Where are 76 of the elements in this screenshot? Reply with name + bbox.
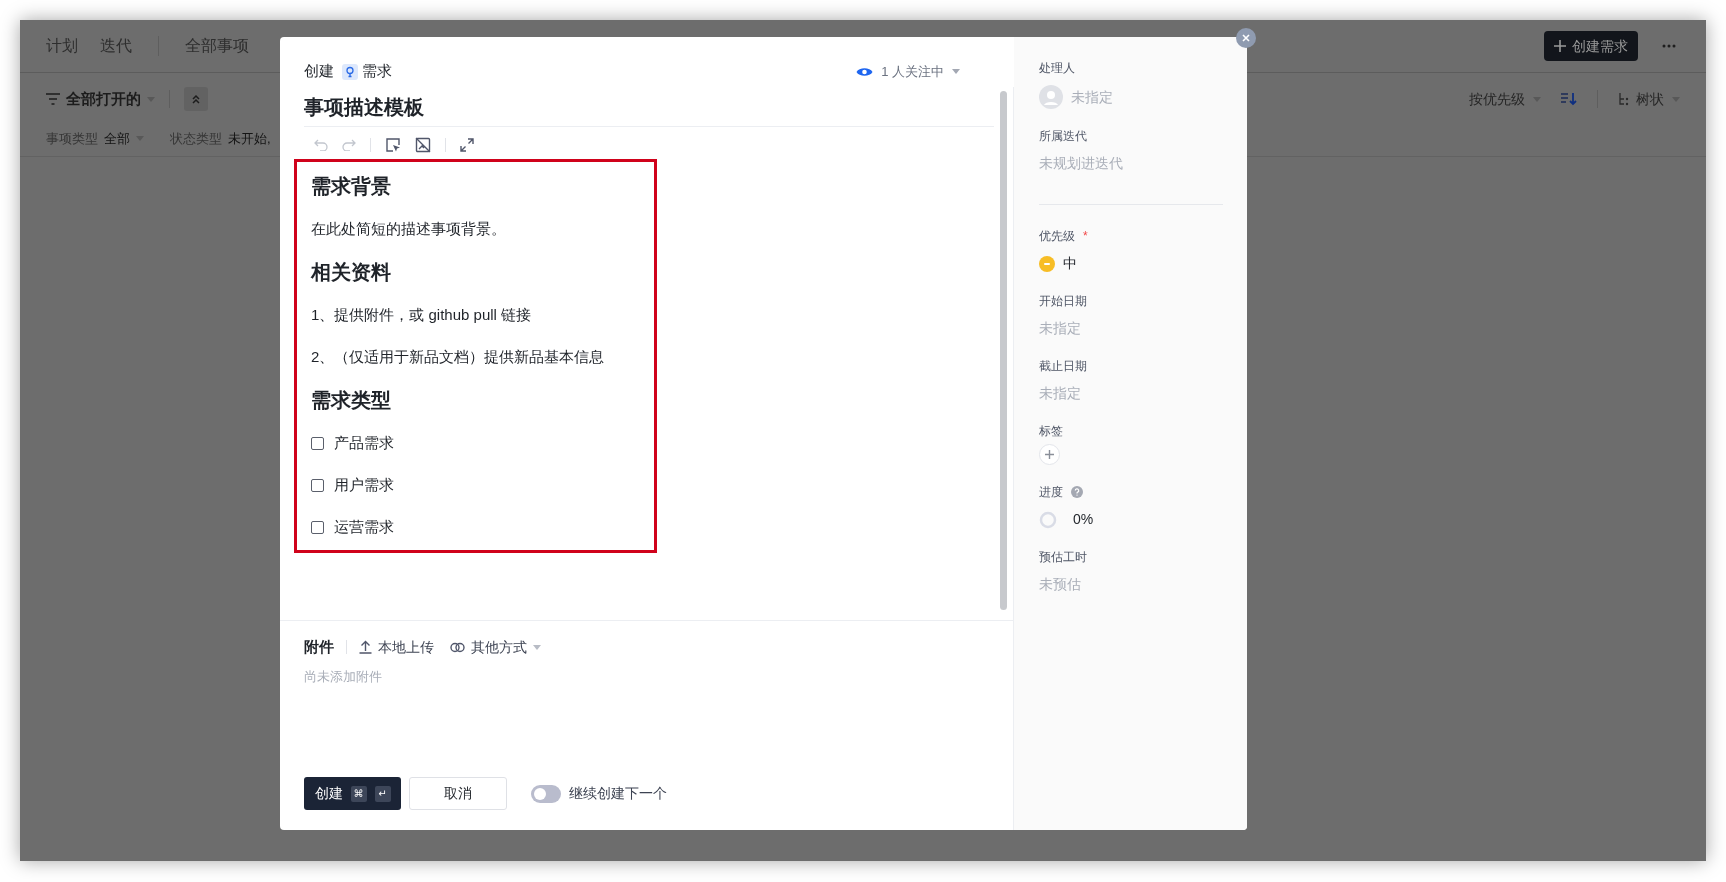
checkbox-label: 运营需求 [334, 516, 394, 537]
field-label: 进度 [1039, 484, 1063, 501]
create-button[interactable]: 创建 ⌘ ↵ [304, 777, 401, 810]
collapse-button[interactable] [184, 87, 208, 111]
shortcut-key: ↵ [374, 785, 391, 802]
nav-tab[interactable]: 全部事项 [185, 34, 249, 58]
priority-icon [1039, 255, 1055, 272]
field-label: 预估工时 [1039, 549, 1087, 566]
field-label: 优先级 [1039, 228, 1075, 245]
filter-value[interactable]: 未开始, [228, 128, 271, 149]
sort-descending-icon[interactable] [1561, 92, 1577, 106]
nav-tab[interactable]: 计划 [46, 34, 78, 58]
section-heading: 需求背景 [311, 174, 392, 199]
double-chevron-up-icon [191, 94, 201, 104]
attachments-title: 附件 [304, 636, 334, 657]
upload-icon [359, 640, 372, 654]
more-icon[interactable] [1662, 44, 1676, 48]
eye-icon [856, 65, 874, 78]
checkbox[interactable] [311, 436, 324, 450]
expand-icon[interactable] [460, 138, 474, 152]
cancel-button[interactable]: 取消 [409, 777, 507, 810]
field-input[interactable]: 未指定 [1039, 318, 1223, 339]
avatar-icon [1039, 85, 1063, 109]
checkbox[interactable] [311, 520, 324, 534]
filter-value[interactable]: 全部 [104, 128, 130, 149]
caret-icon [952, 69, 960, 74]
checkbox-label: 产品需求 [334, 432, 394, 453]
plus-icon [1554, 40, 1566, 52]
section-heading: 需求类型 [311, 388, 392, 413]
plus-icon [1045, 450, 1054, 459]
section-heading: 相关资料 [311, 260, 392, 285]
layout-selector[interactable]: 树状 [1636, 88, 1664, 110]
checkbox-label: 用户需求 [334, 474, 394, 495]
lightbulb-icon [342, 63, 358, 80]
tree-icon [1618, 92, 1630, 106]
nav-tab[interactable]: 迭代 [100, 34, 132, 58]
scrollbar-thumb[interactable] [1000, 91, 1007, 610]
caret-icon [533, 644, 541, 650]
other-methods-button[interactable]: 其他方式 [471, 636, 527, 658]
help-icon[interactable] [1071, 486, 1083, 498]
watchers-button[interactable]: 1 人关注中 [881, 61, 944, 82]
create-label: 创建 [314, 784, 343, 803]
local-upload-button[interactable]: 本地上传 [378, 636, 434, 658]
field-label: 开始日期 [1039, 293, 1087, 310]
add-tag-button[interactable] [1039, 444, 1060, 465]
field-input[interactable]: 未规划进迭代 [1039, 153, 1223, 174]
field-label: 标签 [1039, 423, 1063, 440]
select-frame-icon[interactable] [385, 137, 401, 153]
field-label: 截止日期 [1039, 358, 1087, 375]
paragraph: 在此处简短的描述事项背景。 [311, 218, 507, 239]
required-mark: * [1083, 228, 1088, 245]
field-label: 所属迭代 [1039, 128, 1087, 145]
progress-ring-icon [1039, 510, 1057, 529]
empty-attachments-text: 尚未添加附件 [304, 668, 383, 686]
shortcut-key: ⌘ [350, 785, 367, 802]
view-selector[interactable]: 全部打开的 [66, 87, 141, 111]
checkbox[interactable] [311, 478, 324, 492]
link-icon [450, 640, 465, 654]
field-input[interactable]: 未指定 [1039, 383, 1223, 404]
sort-selector[interactable]: 按优先级 [1469, 88, 1525, 110]
paragraph: 1、提供附件，或 github pull 链接 [311, 304, 533, 325]
dialog-action: 创建 [304, 61, 334, 82]
field-label: 处理人 [1039, 60, 1075, 77]
filter-icon [46, 93, 60, 105]
progress-value: 0% [1073, 510, 1094, 529]
continue-toggle[interactable] [531, 784, 561, 803]
close-icon [1242, 34, 1250, 42]
assignee-field[interactable]: 未指定 [1071, 86, 1113, 108]
title-field[interactable]: 事项描述模板 [304, 87, 994, 127]
paragraph: 2、（仅适用于新品文档）提供新品基本信息 [311, 346, 606, 367]
priority-value[interactable]: 中 [1063, 253, 1077, 274]
continue-label: 继续创建下一个 [569, 784, 667, 803]
item-type[interactable]: 需求 [362, 60, 392, 83]
create-requirement-button[interactable]: 创建需求 [1544, 31, 1638, 61]
image-off-icon[interactable] [415, 137, 431, 153]
field-input[interactable]: 未预估 [1039, 574, 1223, 595]
